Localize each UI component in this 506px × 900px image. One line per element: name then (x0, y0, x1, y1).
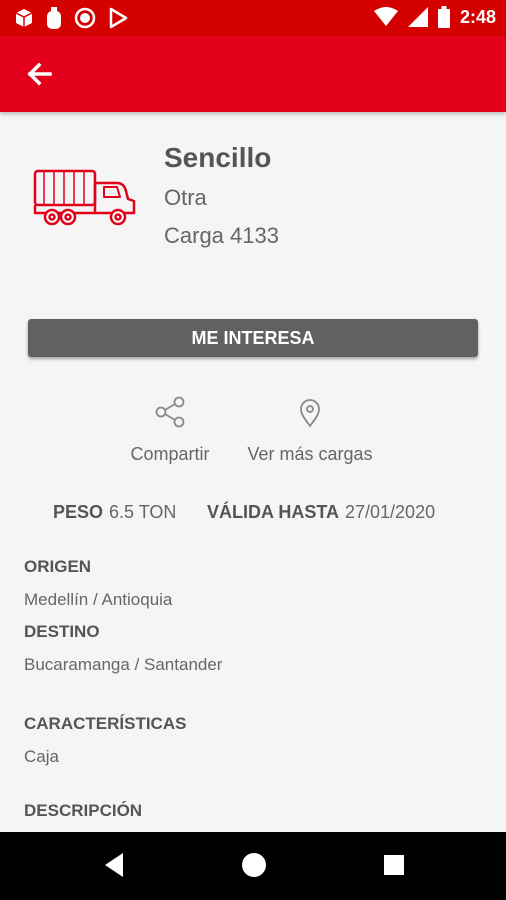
battery-icon (437, 6, 450, 28)
features-value: Caja (24, 747, 59, 766)
load-code: Carga 4133 (164, 223, 279, 248)
share-label: Compartir (130, 444, 210, 464)
description-label: DESCRIPCIÓN (24, 801, 143, 820)
load-subtitle: Otra (164, 185, 207, 210)
status-right: 2:48 (373, 6, 496, 28)
truck-icon (33, 169, 136, 226)
recents-square-icon[interactable] (383, 854, 405, 876)
more-loads-action[interactable]: Ver más cargas (240, 396, 380, 465)
origin-label: ORIGEN (24, 557, 92, 576)
status-bar: 2:48 (0, 0, 506, 36)
weight-label: PESO (53, 502, 104, 522)
valid-until-label: VÁLIDA HASTA (207, 502, 339, 522)
load-title: Sencillo (164, 142, 272, 173)
valid-until-value: 27/01/2020 (345, 502, 436, 522)
more-loads-label: Ver más cargas (247, 444, 373, 464)
features-label: CARACTERÍSTICAS (24, 714, 187, 733)
destination-label: DESTINO (24, 622, 100, 641)
status-left-icons (14, 7, 128, 29)
record-icon (74, 7, 96, 29)
back-button[interactable] (22, 56, 58, 92)
weight-info: PESO 6.5 TON (53, 502, 176, 523)
back-triangle-icon[interactable] (103, 852, 125, 878)
play-store-icon (109, 7, 128, 29)
signal-icon (407, 7, 428, 27)
app-bar (0, 36, 506, 112)
share-icon (155, 396, 185, 428)
bottle-icon (47, 7, 61, 29)
origin-value: Medellín / Antioquia (24, 590, 173, 609)
location-pin-icon (300, 399, 320, 428)
valid-until-info: VÁLIDA HASTA 27/01/2020 (207, 502, 435, 523)
system-nav-bar (0, 832, 506, 900)
weight-value: 6.5 TON (109, 502, 177, 522)
cube-icon (15, 9, 33, 27)
me-interesa-button[interactable]: ME INTERESA (28, 319, 478, 357)
wifi-icon (373, 7, 398, 26)
home-circle-icon[interactable] (241, 852, 267, 878)
share-action[interactable]: Compartir (124, 396, 216, 465)
destination-value: Bucaramanga / Santander (24, 655, 223, 674)
arrow-back-icon (27, 62, 52, 86)
status-time: 2:48 (459, 6, 496, 27)
